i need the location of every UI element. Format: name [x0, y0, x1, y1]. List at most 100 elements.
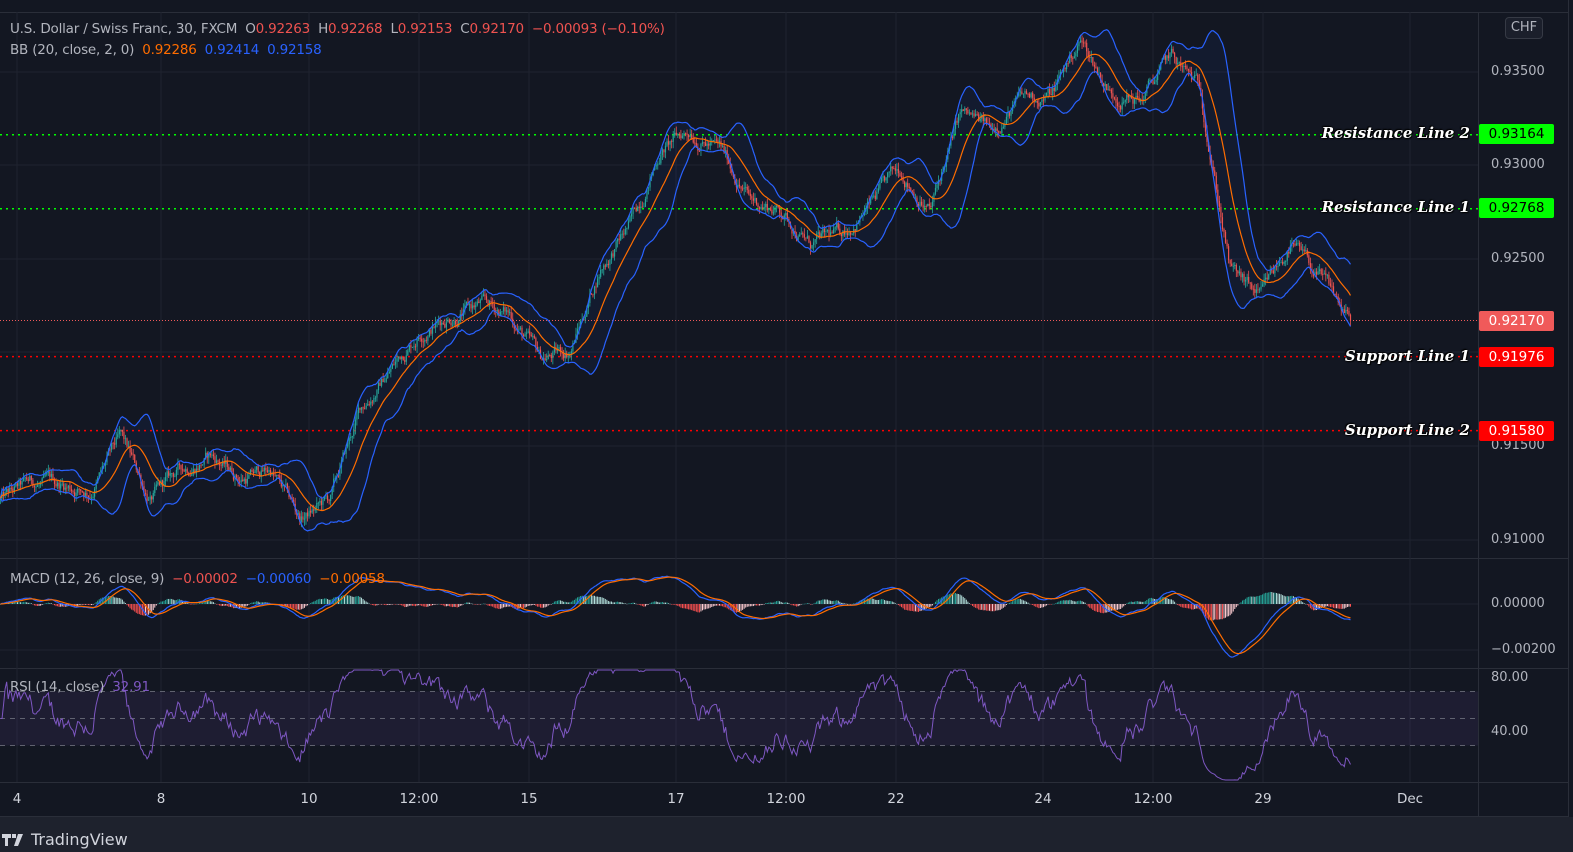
macd-histogram-bar [311, 602, 313, 604]
macd-histogram-bar [1248, 596, 1250, 604]
macd-histogram-bar [351, 596, 353, 604]
candle-body [1123, 101, 1125, 103]
macd-histogram-bar [901, 604, 903, 608]
candle-body [402, 356, 404, 361]
candle-body [1238, 271, 1241, 274]
macd-histogram-bar [1035, 604, 1037, 607]
candle-body [1244, 280, 1247, 282]
macd-histogram-bar [1123, 604, 1125, 607]
macd-histogram-bar [495, 604, 497, 609]
candle-body [831, 232, 833, 234]
candle-body [1322, 274, 1324, 275]
candle-body [1166, 55, 1168, 60]
candle-body [828, 229, 830, 236]
candle-body [927, 203, 929, 207]
macd-histogram-bar [1292, 596, 1294, 604]
macd-histogram-bar [749, 604, 751, 607]
macd-histogram-bar [671, 604, 673, 605]
candle-body [1116, 102, 1119, 107]
macd-histogram-bar [1134, 601, 1135, 604]
macd-histogram-bar [523, 604, 525, 609]
macd-histogram-bar [1308, 604, 1310, 607]
candle-body [834, 227, 836, 229]
macd-histogram-bar [657, 601, 659, 604]
macd-histogram-bar [1019, 598, 1021, 604]
candle-body [1025, 91, 1028, 94]
candle-body [185, 469, 187, 472]
macd-histogram-bar [1289, 595, 1291, 604]
candle-body [630, 213, 633, 217]
macd-histogram-bar [975, 604, 977, 608]
candle-body [90, 497, 93, 499]
macd-histogram-bar [322, 598, 324, 604]
currency-button[interactable]: CHF [1505, 17, 1543, 39]
macd-histogram-bar [1130, 601, 1132, 604]
candle-body [671, 141, 673, 142]
candle-body [164, 477, 167, 482]
macd-histogram-bar [1258, 595, 1260, 604]
macd-histogram-bar [1055, 603, 1057, 604]
candle-body [809, 242, 812, 249]
candle-body [1218, 200, 1220, 207]
macd-histogram-bar [29, 602, 31, 604]
macd-histogram-bar [706, 604, 708, 609]
macd-histogram-bar [1041, 604, 1043, 608]
macd-histogram-bar [442, 604, 444, 606]
candle-body [81, 491, 83, 493]
macd-histogram-bar [987, 604, 989, 611]
candle-body [1113, 97, 1116, 99]
candle-body [930, 205, 932, 208]
macd-histogram-bar [43, 603, 45, 605]
candle-body [1089, 57, 1091, 58]
candle-body [214, 456, 216, 463]
macd-histogram-bar [1115, 604, 1117, 610]
macd-histogram-bar [1146, 599, 1148, 604]
candle-body [384, 381, 386, 383]
candle-body [1343, 309, 1345, 314]
macd-tick: 0.00000 [1491, 596, 1545, 611]
macd-histogram-bar [117, 597, 119, 604]
candle-body [768, 208, 770, 211]
candle-body [211, 454, 213, 456]
macd-histogram-bar [405, 604, 407, 607]
candle-body [55, 483, 57, 487]
candle-body [215, 460, 218, 463]
macd-histogram-bar [245, 604, 247, 607]
macd-histogram-bar [1337, 604, 1339, 609]
candle-body [1298, 242, 1301, 247]
macd-histogram-bar [547, 604, 549, 606]
candle-body [428, 330, 431, 337]
candle-body [274, 474, 276, 476]
candle-body [1224, 231, 1227, 243]
macd-histogram-bar [1063, 600, 1065, 604]
candle-body [53, 480, 56, 484]
candle-body [38, 484, 40, 486]
macd-histogram-bar [797, 604, 799, 607]
candle-body [1237, 270, 1239, 274]
macd-histogram-bar [967, 601, 969, 604]
macd-histogram-bar [467, 602, 469, 604]
candle-body [379, 382, 381, 386]
candle-body [430, 330, 432, 334]
bb-upper-value: 0.92414 [204, 42, 260, 58]
macd-histogram-bar [1251, 596, 1253, 604]
candle-body [635, 208, 637, 212]
candle-body [655, 165, 657, 167]
candle-body [114, 443, 116, 445]
candle-body [803, 234, 805, 238]
macd-histogram-bar [1186, 604, 1188, 609]
candle-body [1303, 249, 1305, 252]
candle-body [771, 209, 773, 214]
candle-body [748, 189, 750, 194]
candle-body [330, 494, 332, 502]
macd-histogram-bar [1126, 603, 1128, 604]
candle-body [262, 470, 264, 472]
macd-histogram-bar [870, 598, 872, 604]
macd-histogram-bar [907, 604, 909, 611]
candle-body [1231, 263, 1233, 267]
tradingview-logo[interactable]: TradingView [2, 830, 128, 849]
macd-histogram-bar [1135, 601, 1137, 604]
candle-body [694, 142, 696, 144]
macd-histogram-bar [631, 603, 633, 604]
candle-body [971, 113, 974, 115]
